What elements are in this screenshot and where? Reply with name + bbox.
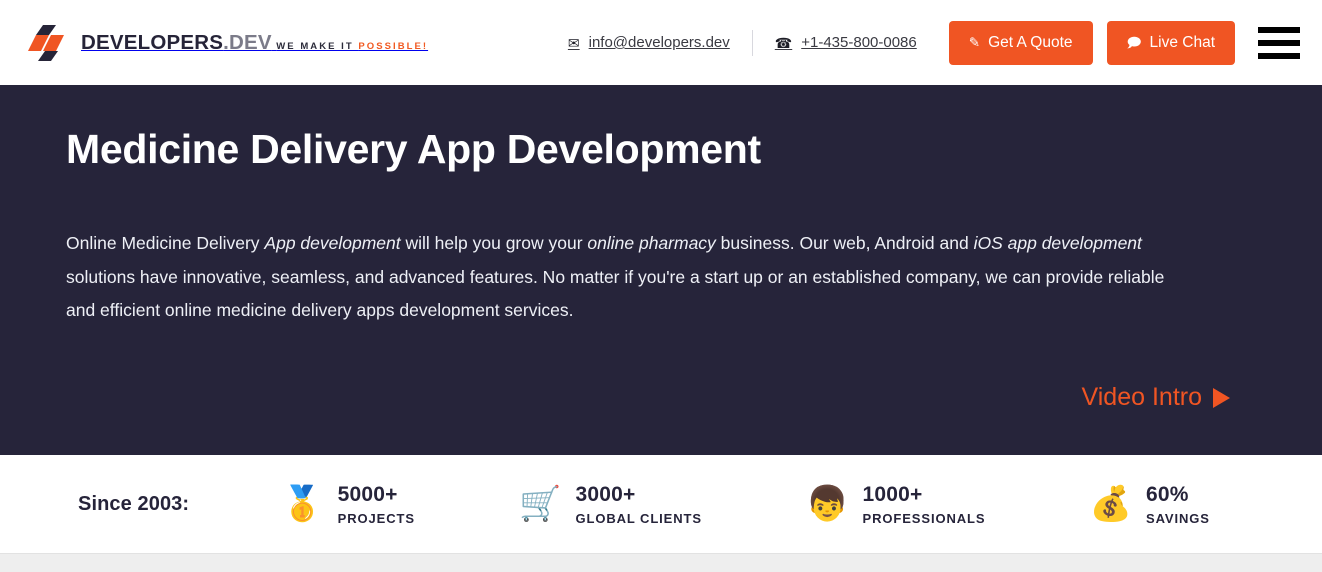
hamburger-bar-2 xyxy=(1258,39,1300,46)
site-header: DEVELOPERS.DEV WE MAKE IT POSSIBLE! ✉ in… xyxy=(0,0,1322,85)
envelope-icon: ✉ xyxy=(567,34,580,51)
hero-section: Medicine Delivery App Development Online… xyxy=(0,85,1322,455)
hamburger-menu-icon[interactable] xyxy=(1258,23,1300,63)
developers-dev-logo-mark xyxy=(26,22,68,64)
money-bag-icon: 💰 xyxy=(1089,484,1133,524)
hero-emphasis-ios-app-development: iOS app development xyxy=(973,233,1142,254)
page-bottom-strip xyxy=(0,553,1322,572)
email-contact[interactable]: ✉ info@developers.dev xyxy=(550,35,748,50)
brand-name-primary: DEVELOPERS xyxy=(81,30,224,54)
phone-contact-text: +1-435-800-0086 xyxy=(801,34,917,51)
stat-professionals-value: 1000+ xyxy=(862,482,923,506)
play-triangle-icon xyxy=(1213,387,1230,408)
hamburger-bar-3 xyxy=(1258,52,1300,59)
stat-global-clients-value: 3000+ xyxy=(575,482,636,506)
gold-medal-icon: 🥇 xyxy=(281,484,324,524)
stat-projects-text: 5000+ PROJECTS xyxy=(338,484,415,525)
page-title: Medicine Delivery App Development xyxy=(66,126,761,172)
shopping-cart-icon: 🛒 xyxy=(519,484,562,524)
contact-divider xyxy=(751,29,753,56)
brand-name-secondary: .DEV xyxy=(223,30,272,54)
person-icon: 👦 xyxy=(806,484,849,524)
video-intro-link[interactable]: Video Intro xyxy=(1082,385,1230,410)
brand-tagline-accent: POSSIBLE! xyxy=(358,40,429,52)
since-label: Since 2003: xyxy=(78,492,190,515)
brand-tagline-primary: WE MAKE IT xyxy=(276,40,359,52)
email-contact-text: info@developers.dev xyxy=(588,34,730,51)
live-chat-label: Live Chat xyxy=(1149,33,1215,51)
header-right-group: ✉ info@developers.dev ☎ +1-435-800-0086 … xyxy=(550,20,1300,65)
brand-name: DEVELOPERS.DEV xyxy=(81,31,272,54)
stat-global-clients: 🛒 3000+ GLOBAL CLIENTS xyxy=(519,484,702,525)
phone-contact[interactable]: ☎ +1-435-800-0086 xyxy=(757,35,935,50)
live-chat-button[interactable]: 🗩 Live Chat xyxy=(1106,20,1235,65)
hero-text-seg-1: Online Medicine Delivery xyxy=(66,233,265,254)
hero-description: Online Medicine Delivery App development… xyxy=(66,227,1181,328)
contact-group: ✉ info@developers.dev ☎ +1-435-800-0086 xyxy=(550,29,935,56)
get-a-quote-label: Get A Quote xyxy=(988,33,1073,51)
hero-text-seg-4: solutions have innovative, seamless, and… xyxy=(66,266,1165,321)
hamburger-bar-1 xyxy=(1258,26,1300,33)
video-intro-label: Video Intro xyxy=(1081,383,1202,411)
stat-savings-value: 60% xyxy=(1146,482,1189,506)
stat-global-clients-label: GLOBAL CLIENTS xyxy=(575,510,702,526)
hero-text-seg-2: will help you grow your xyxy=(400,233,588,254)
speech-bubble-icon: 🗩 xyxy=(1126,34,1142,50)
stat-savings: 💰 60% SAVINGS xyxy=(1090,484,1210,525)
hero-emphasis-online-pharmacy: online pharmacy xyxy=(587,233,716,254)
brand-text: DEVELOPERS.DEV WE MAKE IT POSSIBLE! xyxy=(81,32,428,54)
stat-projects-value: 5000+ xyxy=(337,482,398,506)
hero-text-seg-3: business. Our web, Android and xyxy=(715,233,974,254)
stat-savings-label: SAVINGS xyxy=(1146,510,1210,526)
stat-projects-label: PROJECTS xyxy=(337,510,415,526)
brand-tagline: WE MAKE IT POSSIBLE! xyxy=(276,41,428,52)
stats-list: 🥇 5000+ PROJECTS 🛒 3000+ GLOBAL CLIENTS … xyxy=(189,484,1262,525)
telephone-icon: ☎ xyxy=(774,34,793,51)
stat-professionals: 👦 1000+ PROFESSIONALS xyxy=(806,484,985,525)
stat-professionals-label: PROFESSIONALS xyxy=(862,510,986,526)
stat-global-clients-text: 3000+ GLOBAL CLIENTS xyxy=(575,484,701,525)
stats-bar: Since 2003: 🥇 5000+ PROJECTS 🛒 3000+ GLO… xyxy=(0,455,1322,553)
stat-savings-text: 60% SAVINGS xyxy=(1146,484,1210,525)
get-a-quote-button[interactable]: ✎ Get A Quote xyxy=(948,20,1093,65)
hero-emphasis-app-development: App development xyxy=(264,233,401,254)
brand-logo-link[interactable]: DEVELOPERS.DEV WE MAKE IT POSSIBLE! xyxy=(26,22,428,64)
stat-professionals-text: 1000+ PROFESSIONALS xyxy=(863,484,986,525)
stat-projects: 🥇 5000+ PROJECTS xyxy=(281,484,415,525)
pencil-icon: ✎ xyxy=(968,34,981,50)
